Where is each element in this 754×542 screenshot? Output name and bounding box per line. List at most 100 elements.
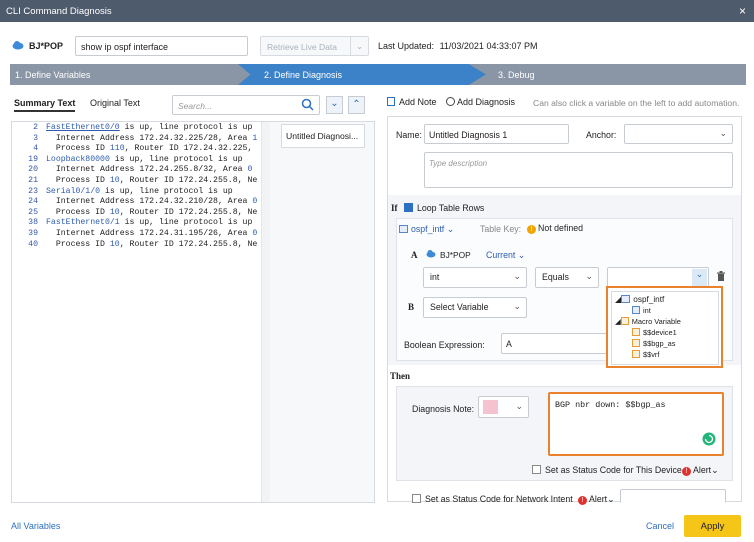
tree-item-macro-var[interactable]: $$bgp_as	[615, 338, 715, 349]
code-variable[interactable]: 110	[110, 144, 125, 153]
retrieve-live-data-button[interactable]: Retrieve Live Data ⌄	[260, 36, 369, 56]
apply-button[interactable]: Apply	[684, 515, 741, 537]
add-note-button[interactable]: Add Note	[387, 97, 437, 107]
description-input[interactable]: Type description	[424, 152, 733, 188]
boolean-expression-label: Boolean Expression:	[404, 340, 485, 350]
code-variable[interactable]: 10	[110, 208, 120, 217]
code-line[interactable]: 24 Internet Address 172.24.32.210/28, Ar…	[12, 197, 261, 208]
code-variable[interactable]: 1	[252, 134, 257, 143]
code-line[interactable]: 19 Loopback80000 is up, line protocol is …	[12, 155, 261, 166]
name-label: Name:	[396, 130, 422, 140]
close-icon[interactable]: ×	[739, 4, 746, 18]
tab-summary-text[interactable]: Summary Text	[14, 98, 76, 112]
step-debug[interactable]: 3. Debug	[498, 70, 535, 80]
tree-int-label: int	[643, 306, 651, 315]
code-line[interactable]: 40 Process ID 10, Router ID 172.24.255.8…	[12, 240, 261, 251]
code-variable[interactable]: 0	[252, 197, 257, 206]
step-define-variables[interactable]: 1. Define Variables	[10, 64, 238, 85]
code-variable[interactable]: 10	[110, 240, 120, 249]
operator-value: Equals	[542, 272, 569, 282]
last-updated: Last Updated: 11/03/2021 04:33:07 PM	[378, 41, 537, 51]
code-variable[interactable]: Loopback80000	[46, 155, 110, 164]
tree-item-macro-var[interactable]: $$device1	[615, 327, 715, 338]
diagnosis-note-label: Diagnosis Note:	[412, 404, 475, 414]
code-variable[interactable]: FastEthernet0/0	[46, 123, 120, 132]
a-label: A	[411, 250, 418, 260]
step-define-diagnosis[interactable]: 2. Define Diagnosis	[238, 64, 486, 85]
tree-item-table[interactable]: ◢ ospf_intf	[615, 294, 715, 305]
code-line[interactable]: 2 FastEthernet0/0 is up, line protocol is…	[12, 123, 261, 134]
code-line[interactable]: 20 Internet Address 172.24.255.8/32, Are…	[12, 165, 261, 176]
code-variable[interactable]: 10	[110, 176, 120, 185]
code-line[interactable]: 38 FastEthernet0/1 is up, line protocol i…	[12, 218, 261, 229]
a-current: Current	[486, 250, 516, 260]
warning-icon: !	[527, 225, 536, 234]
diagnosis-list-item[interactable]: Untitled Diagnosi...	[281, 124, 365, 148]
value-select[interactable]: ⌄	[607, 267, 709, 288]
trash-icon[interactable]	[716, 271, 726, 284]
code-line[interactable]: 21 Process ID 10, Router ID 172.24.255.8…	[12, 176, 261, 187]
code-line[interactable]: 4 Process ID 110, Router ID 172.24.32.22…	[12, 144, 261, 155]
code-line[interactable]: 39 Internet Address 172.24.31.195/26, Ar…	[12, 229, 261, 240]
code-line[interactable]: 3 Internet Address 172.24.32.225/28, Are…	[12, 134, 261, 145]
chevron-down-icon[interactable]: ⌄	[326, 96, 343, 114]
intent-alert-select[interactable]: ! Alert⌄	[578, 494, 614, 505]
code-variable[interactable]: 0	[252, 229, 257, 238]
a-current-select[interactable]: Current ⌄	[486, 250, 525, 261]
cancel-button[interactable]: Cancel	[646, 521, 674, 531]
chevron-down-icon[interactable]: ⌄	[692, 269, 707, 286]
variable-icon	[632, 350, 640, 358]
line-number: 3	[33, 133, 38, 143]
table-selector[interactable]: ospf_intf ⌄	[399, 224, 454, 235]
chevron-down-icon: ⌄	[719, 128, 727, 138]
tree-item-int[interactable]: int	[615, 305, 715, 316]
line-number: 4	[33, 144, 38, 154]
alert-select[interactable]: ! Alert⌄	[682, 465, 718, 476]
intent-input[interactable]	[620, 489, 726, 503]
code-line[interactable]: 23 Serial0/1/0 is up, line protocol is up	[12, 187, 261, 198]
a-variable-select[interactable]: int ⌄	[423, 267, 527, 288]
search-placeholder: Search...	[178, 101, 213, 111]
code-variable[interactable]: 0	[247, 165, 252, 174]
loop-table-rows-checkbox[interactable]: Loop Table Rows	[404, 203, 484, 213]
b-variable-select[interactable]: Select Variable ⌄	[423, 297, 527, 318]
code-scrollbar[interactable]	[262, 122, 270, 502]
note-color-select[interactable]: ⌄	[478, 396, 529, 418]
table-icon	[621, 295, 631, 303]
chevron-down-icon[interactable]: ⌄	[350, 37, 368, 55]
search-box[interactable]: Search...	[172, 95, 320, 115]
tree-item-macro[interactable]: ◢ Macro Variable	[615, 316, 715, 327]
command-input[interactable]: show ip ospf interface	[75, 36, 248, 56]
last-updated-value: 11/03/2021 04:33:07 PM	[439, 41, 538, 51]
then-label: Then	[390, 371, 411, 381]
all-variables-link[interactable]: All Variables	[11, 521, 60, 531]
alert-label: Alert	[693, 465, 712, 475]
add-diagnosis-button[interactable]: Add Diagnosis	[446, 97, 515, 107]
macro-var-label: $$vrf	[643, 350, 660, 359]
code-variable[interactable]: FastEthernet0/1	[46, 218, 120, 227]
code-line[interactable]: 25 Process ID 10, Router ID 172.24.255.8…	[12, 208, 261, 219]
b-label: B	[408, 302, 415, 312]
tab-original-text[interactable]: Original Text	[90, 98, 140, 108]
operator-select[interactable]: Equals ⌄	[535, 267, 599, 288]
chevron-up-icon[interactable]: ⌃	[348, 96, 365, 114]
step-label: 1. Define Variables	[15, 70, 91, 80]
status-code-intent-checkbox[interactable]: Set as Status Code for Network Intent	[412, 494, 573, 504]
step-label: 2. Define Diagnosis	[264, 70, 343, 80]
cloud-icon	[426, 249, 436, 258]
automation-hint: Can also click a variable on the left to…	[533, 98, 740, 108]
field-icon	[632, 306, 640, 314]
search-icon[interactable]	[301, 98, 314, 113]
diagnosis-note-input[interactable]: BGP nbr down: $$bgp_as	[548, 392, 724, 456]
name-input[interactable]: Untitled Diagnosis 1	[424, 124, 569, 144]
line-number: 39	[28, 228, 38, 238]
boolean-expression-input[interactable]: A	[501, 333, 609, 354]
wizard-steps: 1. Define Variables 2. Define Diagnosis …	[10, 64, 746, 85]
line-number: 20	[28, 165, 38, 175]
status-device-label: Set as Status Code for This Device	[545, 465, 682, 475]
anchor-select[interactable]: ⌄	[624, 124, 733, 144]
status-code-device-checkbox[interactable]: Set as Status Code for This Device	[532, 465, 682, 475]
variable-icon	[632, 328, 640, 336]
tree-item-macro-var[interactable]: $$vrf	[615, 349, 715, 360]
code-variable[interactable]: Serial0/1/0	[46, 187, 100, 196]
